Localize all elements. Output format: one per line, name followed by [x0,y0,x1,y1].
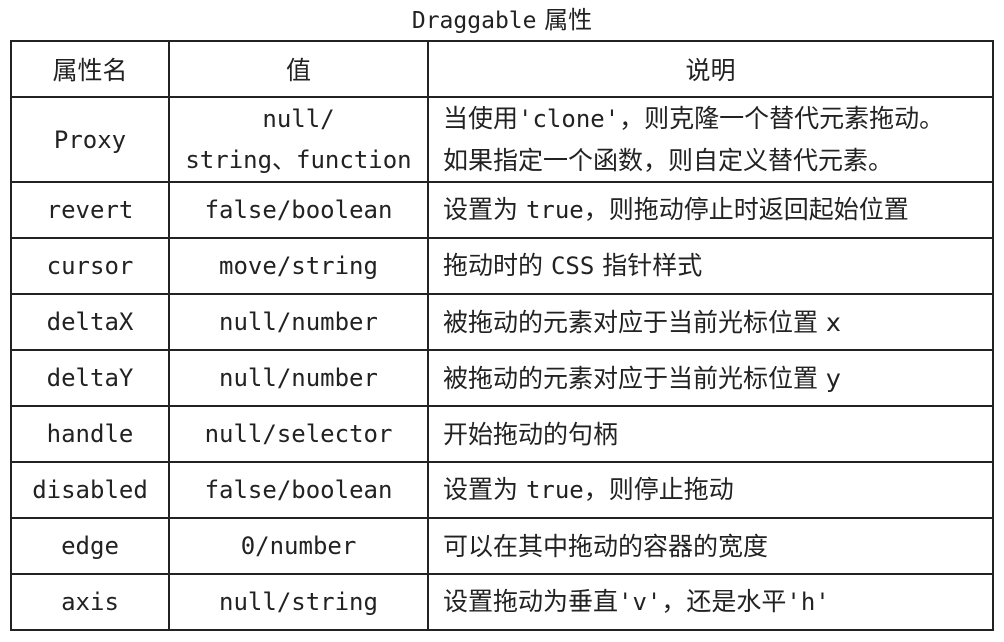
description-text: ，则拖动停止时返回起始位置 [583,195,909,224]
property-value: null/number [168,293,429,351]
description-text: 拖动时的 [443,251,551,280]
property-description: 可以在其中拖动的容器的宽度 [427,517,994,575]
description-code: true [525,476,584,504]
header-description: 说明 [427,40,994,98]
description-code: 'v' [618,588,662,616]
property-description: 被拖动的元素对应于当前光标位置 x [427,293,994,351]
header-value: 值 [168,40,429,98]
table-row: deltaY null/number 被拖动的元素对应于当前光标位置 y [10,349,994,407]
description-text: 设置为 [443,475,526,504]
table-row: axis null/string 设置拖动为垂直'v'，还是水平'h' [10,573,994,631]
property-description: 拖动时的 CSS 指针样式 [427,237,994,295]
description-line: 如果指定一个函数，则自定义替代元素。 [443,146,894,175]
description-code: 'h' [786,588,830,616]
caption-code: Draggable [411,8,537,34]
description-text: ，则停止拖动 [583,475,734,504]
property-name: disabled [10,461,170,519]
property-value: null/string [168,573,429,631]
property-name: axis [10,573,170,631]
property-description: 设置为 true，则停止拖动 [427,461,994,519]
property-value: null/selector [168,405,429,463]
table-row: handle null/selector 开始拖动的句柄 [10,405,994,463]
property-description: 设置拖动为垂直'v'，还是水平'h' [427,573,994,631]
description-code: CSS [550,252,595,280]
property-description: 开始拖动的句柄 [427,405,994,463]
property-description: 被拖动的元素对应于当前光标位置 y [427,349,994,407]
property-value-line: null/ [262,104,335,133]
table-row: revert false/boolean 设置为 true，则拖动停止时返回起始… [10,181,994,239]
draggable-properties-table: 属性名 值 说明 Proxy null/ string、function 当使用… [10,40,994,631]
table-header-row: 属性名 值 说明 [10,40,994,98]
property-description: 设置为 true，则拖动停止时返回起始位置 [427,181,994,239]
property-name: deltaX [10,293,170,351]
property-value: null/number [168,349,429,407]
table-row: Proxy null/ string、function 当使用'clone'，则… [10,96,994,183]
property-name: Proxy [10,96,170,183]
description-text: ，则克隆一个替代元素拖动。 [619,104,945,133]
description-code: 'clone' [518,105,620,133]
property-name: deltaY [10,349,170,407]
property-name: cursor [10,237,170,295]
description-line: 当使用'clone'，则克隆一个替代元素拖动。 [443,98,992,140]
property-name: edge [10,517,170,575]
table-caption: Draggable 属性 [0,3,1004,38]
description-text: 指针样式 [594,251,703,280]
table-row: edge 0/number 可以在其中拖动的容器的宽度 [10,517,994,575]
property-name: handle [10,405,170,463]
description-text: 当使用 [443,104,519,133]
table-row: disabled false/boolean 设置为 true，则停止拖动 [10,461,994,519]
description-text: ，还是水平 [661,587,787,616]
description-text: 设置拖动为垂直 [443,587,619,616]
description-code: true [525,196,584,224]
property-description: 当使用'clone'，则克隆一个替代元素拖动。 如果指定一个函数，则自定义替代元… [427,96,994,183]
table-row: deltaX null/number 被拖动的元素对应于当前光标位置 x [10,293,994,351]
header-property-name: 属性名 [10,40,170,98]
description-text: 设置为 [443,195,526,224]
table-row: cursor move/string 拖动时的 CSS 指针样式 [10,237,994,295]
property-name: revert [10,181,170,239]
caption-text: 属性 [536,6,593,34]
property-value-line: string、function [185,145,412,174]
property-value: null/ string、function [168,96,429,183]
property-value: move/string [168,237,429,295]
property-value: false/boolean [168,461,429,519]
property-value: 0/number [168,517,429,575]
property-value: false/boolean [168,181,429,239]
